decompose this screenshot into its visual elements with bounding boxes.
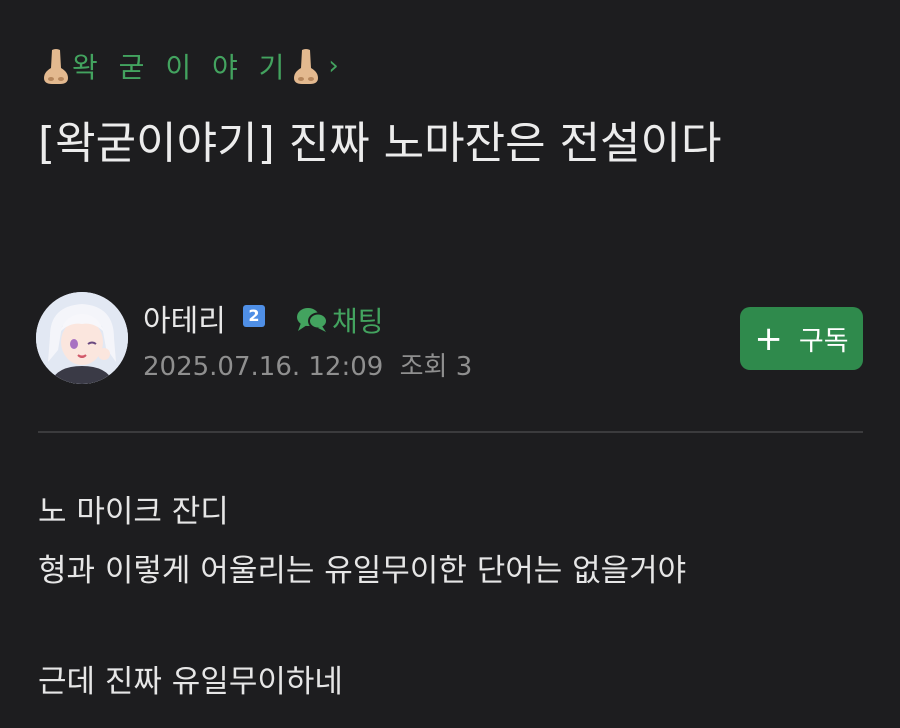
chevron-right-icon: ›	[328, 51, 339, 81]
body-line: 노 마이크 잔디	[38, 494, 229, 530]
nose-icon	[290, 44, 322, 88]
divider	[38, 431, 863, 433]
author-name[interactable]: 아테리	[143, 296, 226, 340]
views-label: 조회	[399, 352, 448, 382]
subscribe-label: 구독	[798, 326, 849, 357]
post-title: [왁굳이야기] 진짜 노마잔은 전설이다	[38, 118, 722, 169]
chat-button[interactable]: 채팅	[296, 300, 384, 340]
body-line: 형과 이렇게 어울리는 유일무이한 단어는 없을거야	[38, 553, 687, 589]
post-meta: 2025.07.16. 12:09 조회 3	[143, 346, 472, 383]
plus-icon: +	[754, 318, 783, 359]
subscribe-button[interactable]: + 구독	[740, 307, 863, 370]
board-link[interactable]: 왁 굳 이 야 기 ›	[40, 44, 339, 88]
nose-icon	[40, 44, 72, 88]
body-line: 근데 진짜 유일무이하네	[38, 664, 343, 700]
post-date: 2025.07.16. 12:09	[143, 352, 384, 382]
level-badge: 2	[243, 305, 265, 327]
chat-bubbles-icon	[297, 308, 328, 332]
chat-label: 채팅	[332, 305, 384, 338]
views-count: 3	[455, 352, 473, 382]
board-name: 왁 굳 이 야 기	[72, 51, 291, 84]
avatar[interactable]	[36, 292, 128, 384]
